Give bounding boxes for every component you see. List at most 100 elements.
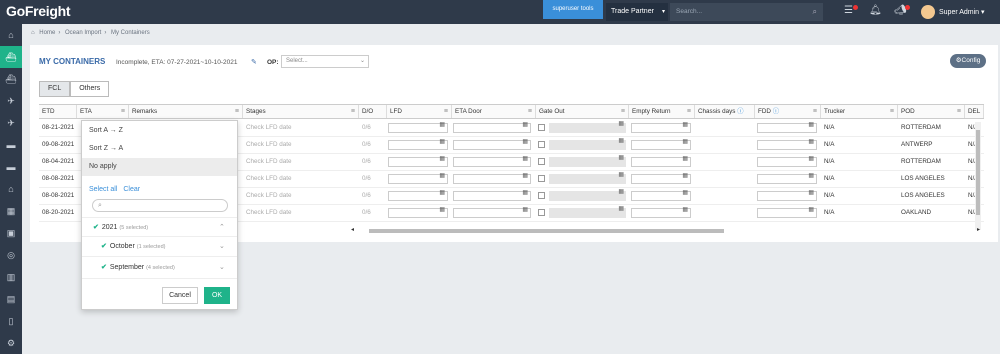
- calendar-icon[interactable]: ▦: [682, 121, 688, 128]
- calendar-icon[interactable]: ▦: [682, 206, 688, 213]
- chevron-up-icon[interactable]: ⌃: [219, 223, 225, 231]
- document-icon[interactable]: ▤: [0, 288, 22, 310]
- calculator-icon[interactable]: ▦: [0, 200, 22, 222]
- calendar-icon[interactable]: ▦: [439, 138, 445, 145]
- coins-icon[interactable]: ◎: [0, 244, 22, 266]
- lfd-date-input[interactable]: ▦: [388, 121, 448, 133]
- select-all-link[interactable]: Select all: [89, 186, 117, 193]
- bell-icon[interactable]: 🔔︎: [869, 5, 882, 16]
- plane-icon[interactable]: ✈: [0, 112, 22, 134]
- column-header-trucker[interactable]: Trucker ≡: [821, 105, 898, 118]
- eta-door-date-input[interactable]: ▦: [453, 155, 531, 167]
- plane-icon[interactable]: ✈: [0, 90, 22, 112]
- column-menu-icon[interactable]: ≡: [235, 105, 239, 118]
- column-header-pod[interactable]: POD ≡: [898, 105, 965, 118]
- briefcase-icon[interactable]: ▣: [0, 222, 22, 244]
- calendar-icon[interactable]: ▦: [522, 138, 528, 145]
- tab-fcl[interactable]: FCL: [39, 81, 71, 97]
- column-header-fdd[interactable]: FDD ⓘ ≡: [755, 105, 821, 118]
- calendar-icon[interactable]: ▦: [522, 155, 528, 162]
- calendar-icon[interactable]: ▦: [439, 172, 445, 179]
- book-icon[interactable]: ▯: [0, 310, 22, 332]
- cancel-button[interactable]: Cancel: [162, 287, 198, 304]
- gate-out-checkbox[interactable]: [538, 124, 545, 131]
- empty-return-date-input[interactable]: ▦: [631, 173, 691, 184]
- calendar-icon[interactable]: ▦: [522, 189, 528, 196]
- calendar-icon[interactable]: ▦: [439, 155, 445, 162]
- column-header-lfd[interactable]: LFD ≡: [387, 105, 452, 118]
- column-menu-icon[interactable]: ≡: [121, 105, 125, 118]
- eta-door-date-input[interactable]: ▦: [453, 121, 531, 133]
- chart-icon[interactable]: ▥: [0, 266, 22, 288]
- eta-door-date-input[interactable]: ▦: [453, 206, 531, 218]
- lfd-date-input[interactable]: ▦: [388, 207, 448, 218]
- scroll-thumb[interactable]: [976, 130, 980, 215]
- calendar-icon[interactable]: ▦: [682, 155, 688, 162]
- column-menu-icon[interactable]: ≡: [528, 105, 532, 118]
- superuser-tools-button[interactable]: superuser tools: [543, 0, 603, 19]
- calendar-icon[interactable]: ▦: [808, 138, 814, 145]
- sort-desc-option[interactable]: Sort Z → A: [82, 140, 237, 158]
- list-icon[interactable]: ☰: [844, 5, 853, 16]
- truck-icon[interactable]: ▬: [0, 156, 22, 178]
- avatar[interactable]: [921, 5, 935, 19]
- trade-partner-dropdown[interactable]: Trade Partner ▾: [606, 3, 668, 21]
- column-header-etd[interactable]: ETD: [39, 105, 77, 118]
- calendar-icon[interactable]: ▦: [808, 189, 814, 196]
- empty-return-date-input[interactable]: ▦: [631, 206, 691, 218]
- app-logo[interactable]: GoFreight: [6, 3, 70, 19]
- column-menu-icon[interactable]: ≡: [813, 105, 817, 118]
- chevron-down-icon[interactable]: ⌄: [219, 242, 225, 250]
- global-search-input[interactable]: Search... ⌕: [670, 3, 823, 21]
- breadcrumb-ocean-import[interactable]: Ocean Import: [65, 30, 101, 36]
- eta-door-date-input[interactable]: ▦: [453, 138, 531, 150]
- lfd-date-input[interactable]: ▦: [388, 189, 448, 201]
- lfd-date-input[interactable]: ▦: [388, 155, 448, 167]
- calendar-icon[interactable]: ▦: [522, 121, 528, 128]
- sort-asc-option[interactable]: Sort A → Z: [82, 122, 237, 140]
- truck-icon[interactable]: ▬: [0, 134, 22, 156]
- lfd-date-input[interactable]: ▦: [388, 172, 448, 184]
- tree-item-2021[interactable]: ✔ 2021 (5 selected): [93, 223, 148, 231]
- gate-out-checkbox[interactable]: [538, 158, 545, 165]
- fdd-date-input[interactable]: ▦: [757, 189, 817, 201]
- column-header-empty-return[interactable]: Empty Return ≡: [629, 105, 695, 118]
- chevron-down-icon[interactable]: ⌄: [219, 263, 225, 271]
- gear-icon[interactable]: ⚙: [0, 332, 22, 354]
- eta-door-date-input[interactable]: ▦: [453, 189, 531, 201]
- home-icon[interactable]: ⌂: [0, 24, 22, 46]
- ok-button[interactable]: OK: [204, 287, 230, 304]
- eta-door-date-input[interactable]: ▦: [453, 173, 531, 184]
- search-icon[interactable]: ⌕: [813, 3, 817, 21]
- gate-out-checkbox[interactable]: [538, 209, 545, 216]
- empty-return-date-input[interactable]: ▦: [631, 121, 691, 133]
- pencil-icon[interactable]: ✎: [251, 58, 257, 66]
- column-header-remarks[interactable]: Remarks ≡: [129, 105, 243, 118]
- scroll-right-icon[interactable]: ▸: [977, 226, 980, 233]
- calendar-icon[interactable]: ▦: [439, 121, 445, 128]
- tree-item-september[interactable]: ✔ September (4 selected): [101, 263, 175, 271]
- column-menu-icon[interactable]: ≡: [621, 105, 625, 118]
- info-icon[interactable]: ⓘ: [737, 108, 743, 115]
- empty-return-date-input[interactable]: ▦: [631, 190, 691, 201]
- info-icon[interactable]: ⓘ: [773, 108, 779, 115]
- column-menu-icon[interactable]: ≡: [687, 105, 691, 118]
- calendar-icon[interactable]: ▦: [808, 172, 814, 179]
- column-header-stages[interactable]: Stages ≡: [243, 105, 359, 118]
- calendar-icon[interactable]: ▦: [522, 206, 528, 213]
- user-menu[interactable]: Super Admin ▾: [939, 8, 985, 16]
- tab-others[interactable]: Others: [70, 81, 110, 97]
- fdd-date-input[interactable]: ▦: [757, 122, 817, 133]
- column-header-gate-out[interactable]: Gate Out ≡: [536, 105, 629, 118]
- fdd-date-input[interactable]: ▦: [757, 206, 817, 218]
- calendar-icon[interactable]: ▦: [808, 206, 814, 213]
- column-menu-icon[interactable]: ≡: [351, 105, 355, 118]
- ship-icon[interactable]: ⛴: [0, 68, 22, 90]
- column-menu-icon[interactable]: ≡: [890, 105, 894, 118]
- breadcrumb-home[interactable]: Home: [39, 30, 55, 36]
- ocean-import-icon[interactable]: ⛴: [0, 46, 22, 68]
- calendar-icon[interactable]: ▦: [439, 189, 445, 196]
- column-header-del[interactable]: DEL: [965, 105, 984, 118]
- config-button[interactable]: ⚙Config: [950, 54, 986, 68]
- lfd-date-input[interactable]: ▦: [388, 138, 448, 150]
